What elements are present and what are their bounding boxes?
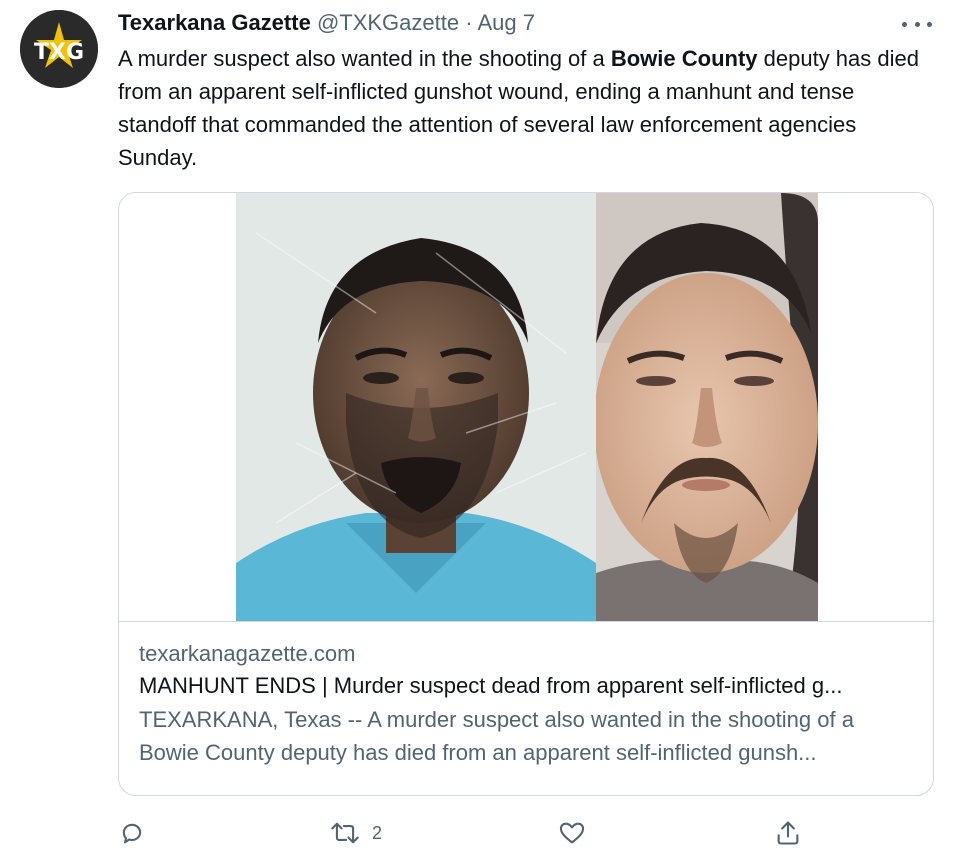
like-button[interactable] bbox=[558, 816, 586, 850]
avatar-logo-text: TXG bbox=[34, 40, 84, 65]
more-dot bbox=[927, 21, 932, 27]
suspect-photo-right bbox=[596, 193, 818, 621]
link-card-domain: texarkanagazette.com bbox=[139, 641, 356, 666]
link-card-image[interactable] bbox=[119, 193, 933, 622]
suspect-photo-left-image bbox=[236, 193, 596, 621]
author-name[interactable]: Texarkana Gazette bbox=[118, 10, 311, 35]
retweet-icon bbox=[331, 822, 359, 844]
reply-icon bbox=[122, 823, 142, 844]
tweet-text-bold: Bowie County bbox=[610, 46, 758, 71]
link-card-title: MANHUNT ENDS | Murder suspect dead from … bbox=[139, 673, 843, 698]
reply-button[interactable] bbox=[118, 816, 146, 850]
link-card-description: TEXARKANA, Texas -- A murder suspect als… bbox=[139, 707, 854, 765]
share-icon bbox=[777, 821, 799, 845]
retweet-button[interactable]: 2 bbox=[330, 816, 382, 850]
tweet-date[interactable]: Aug 7 bbox=[477, 10, 535, 35]
more-dot bbox=[902, 21, 907, 27]
avatar[interactable]: TXG bbox=[20, 10, 98, 88]
more-options-icon[interactable] bbox=[902, 14, 932, 34]
tweet-text-part1: A murder suspect also wanted in the shoo… bbox=[118, 46, 611, 71]
tweet-header: Texarkana Gazette @TXKGazette · Aug 7 bbox=[118, 8, 535, 38]
more-dot bbox=[914, 21, 920, 27]
link-card-body[interactable]: texarkanagazette.com MANHUNT ENDS | Murd… bbox=[139, 639, 919, 769]
link-card[interactable]: texarkanagazette.com MANHUNT ENDS | Murd… bbox=[118, 192, 934, 796]
tweet-actions: 2 bbox=[118, 816, 938, 850]
suspect-photo-right-image bbox=[596, 193, 818, 621]
share-button[interactable] bbox=[774, 816, 802, 850]
author-handle[interactable]: @TXKGazette bbox=[317, 10, 459, 35]
retweet-count: 2 bbox=[372, 822, 383, 843]
tweet[interactable]: TXG Texarkana Gazette @TXKGazette · Aug … bbox=[0, 0, 960, 855]
tweet-text: A murder suspect also wanted in the shoo… bbox=[118, 42, 938, 174]
suspect-photo-left bbox=[236, 193, 596, 621]
heart-icon bbox=[559, 822, 585, 844]
gazette-logo-icon: TXG bbox=[20, 10, 98, 88]
header-separator: · bbox=[465, 10, 473, 35]
